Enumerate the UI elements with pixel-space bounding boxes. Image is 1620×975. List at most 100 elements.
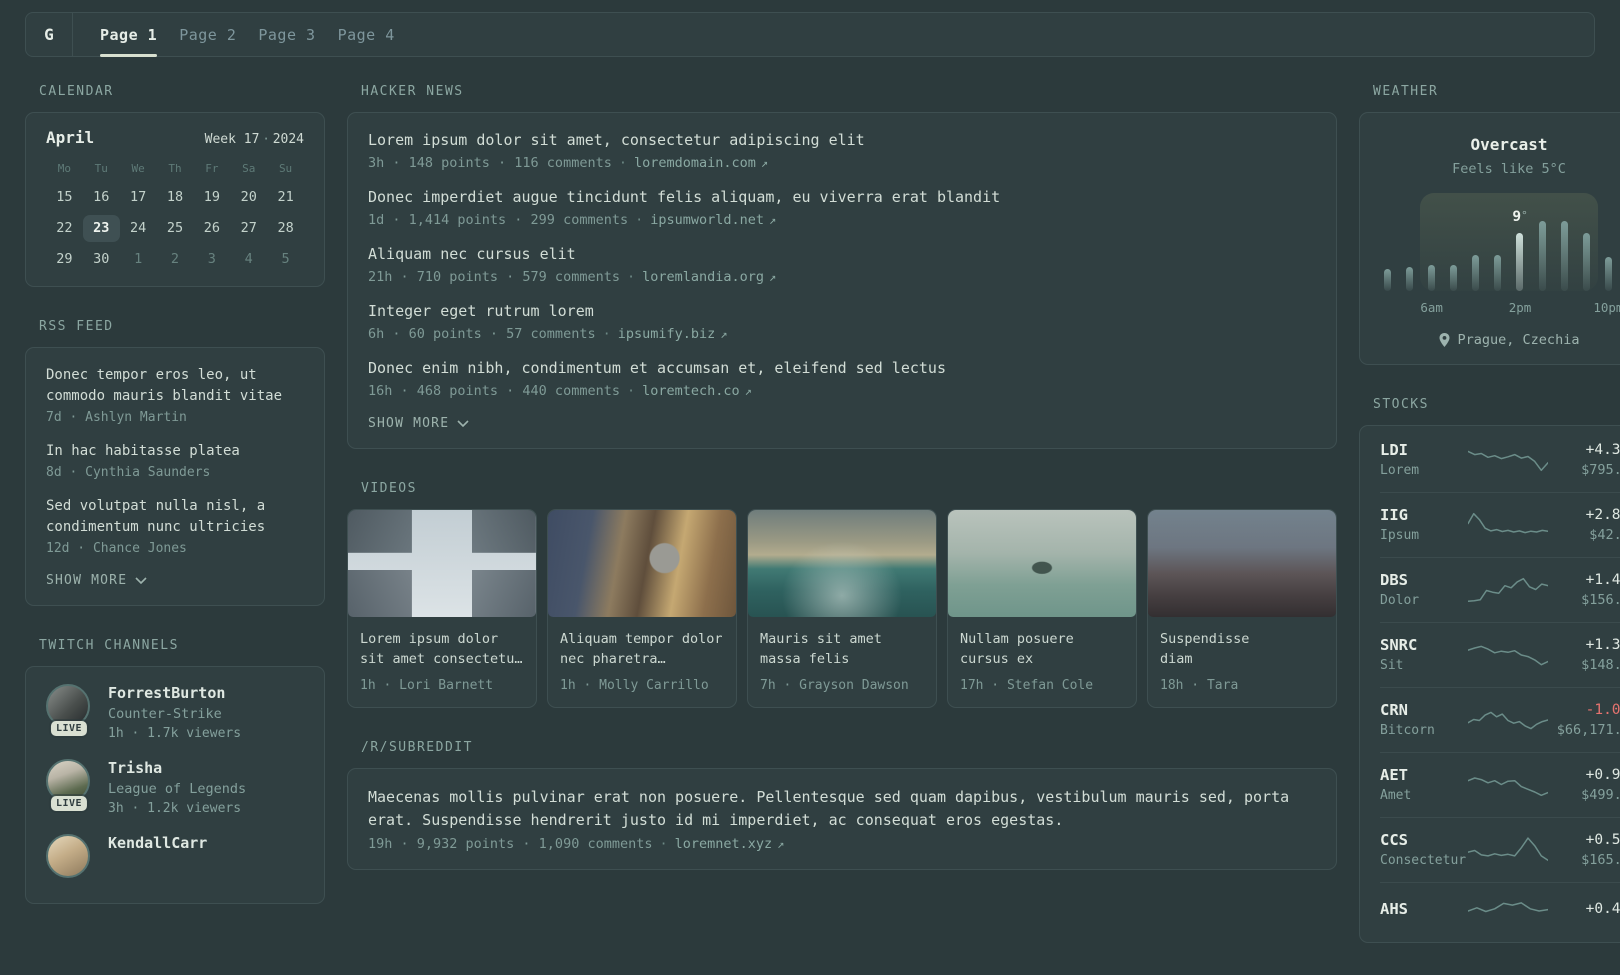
rss-item-title[interactable]: In hac habitasse platea [46, 441, 304, 462]
weather-bar [1428, 265, 1436, 291]
chevron-down-icon [135, 577, 147, 584]
subreddit-post-title[interactable]: Maecenas mollis pulvinar erat non posuer… [368, 786, 1316, 832]
channel-info: KendallCarr [108, 834, 207, 856]
stock-change: +0.51% [1585, 831, 1620, 848]
stock-price: $499.72 [1581, 786, 1620, 803]
hackernews-item-title[interactable]: Donec enim nibh, condimentum et accumsan… [368, 358, 1316, 379]
hackernews-item-domain-link[interactable]: ipsumworld.net ↗ [650, 212, 776, 228]
calendar-day: 20 [240, 189, 257, 205]
live-badge: LIVE [50, 796, 88, 811]
stock-price: $42.04 [1589, 526, 1620, 543]
calendar-day: 19 [203, 189, 220, 205]
app-logo[interactable]: G [26, 13, 73, 56]
hackernews-item-domain-link[interactable]: loremdomain.com ↗ [634, 155, 768, 171]
weather-hour-labels: 6am 2pm 10pm [1384, 300, 1620, 316]
columns: CALENDAR April Week 17 · 2024 Mo Tu We Th Fr Sa… [25, 84, 1620, 975]
hackernews-show-more-button[interactable]: SHOW MORE [368, 416, 469, 431]
hackernews-item-domain-link[interactable]: loremtech.co ↗ [642, 383, 752, 399]
dashboard-page: G Page 1 Page 2 Page 3 Page 4 CALENDAR Apri… [0, 0, 1620, 975]
calendar-grid: Mo Tu We Th Fr Sa Su 15 16 17 18 19 20 21 22 23 24 25 26 27… [46, 158, 304, 273]
channel-meta: 3h · 1.2k viewers [108, 801, 242, 816]
tab-page-1[interactable]: Page 1 [100, 13, 158, 57]
hackernews-item-domain-link[interactable]: ipsumify.biz ↗ [618, 326, 728, 342]
hackernews-item: Donec enim nibh, condimentum et accumsan… [368, 358, 1316, 399]
video-card[interactable]: Mauris sit amet massa felis 7h · Grayson … [747, 509, 937, 708]
hackernews-item-meta: 1d · 1,414 points · 299 comments · ipsumwo… [368, 212, 1316, 228]
calendar-day: 3 [207, 251, 216, 267]
hackernews-item-meta: 6h · 60 points · 57 comments · ipsumify.bi… [368, 326, 1316, 342]
weather-bar [1472, 255, 1480, 291]
stock-id: AET Amet [1380, 766, 1464, 803]
stock-values: +1.42% $156.28 [1552, 572, 1620, 608]
stock-ticker: DBS [1380, 571, 1408, 589]
weather-bar-current [1516, 233, 1524, 291]
video-card[interactable]: Lorem ipsum dolor sit amet consectetu… 1h… [347, 509, 537, 708]
stock-row[interactable]: AHS +0.46% [1380, 882, 1620, 940]
calendar-day: 2 [170, 251, 180, 267]
hackernews-widget: HACKER NEWS Lorem ipsum dolor sit amet, … [347, 84, 1337, 449]
tab-page-4[interactable]: Page 4 [338, 13, 395, 56]
stock-sparkline [1468, 645, 1548, 665]
video-card[interactable]: Aliquam tempor dolor nec pharetra… 1h · M… [547, 509, 737, 708]
stock-name: Ipsum [1380, 528, 1420, 543]
twitch-channel[interactable]: LIVE ForrestBurton Counter-Strike 1h · 1.7k… [46, 684, 304, 741]
hackernews-item-title[interactable]: Lorem ipsum dolor sit amet, consectetur … [368, 130, 1316, 151]
weather-bar [1450, 265, 1458, 291]
rss-item: In hac habitasse platea 8d · Cynthia Saun… [46, 441, 304, 480]
stock-price: $156.28 [1581, 591, 1620, 608]
hackernews-item-title[interactable]: Aliquam nec cursus elit [368, 244, 1316, 265]
subreddit-post-domain-link[interactable]: loremnet.xyz ↗ [675, 836, 785, 852]
stock-row[interactable]: LDI Lorem +4.35% $795.18 [1380, 428, 1620, 492]
channel-meta: 1h · 1.7k viewers [108, 726, 242, 741]
section-title-weather: WEATHER [1373, 84, 1439, 99]
twitch-card: LIVE ForrestBurton Counter-Strike 1h · 1.7k… [25, 666, 325, 904]
stock-ticker: AHS [1380, 900, 1408, 918]
stock-row[interactable]: CRN Bitcorn -1.00% $66,171.48 [1380, 687, 1620, 752]
video-card[interactable]: Suspendisse diam 18h · Tara [1147, 509, 1337, 708]
calendar-day: 25 [166, 220, 184, 236]
hackernews-item-title[interactable]: Integer eget rutrum lorem [368, 301, 1316, 322]
stock-row[interactable]: SNRC Sit +1.36% $148.64 [1380, 622, 1620, 687]
rss-item-title[interactable]: Donec tempor eros leo, ut commodo mauris… [46, 365, 304, 407]
external-link-icon: ↗ [769, 270, 777, 284]
stock-row[interactable]: AET Amet +0.92% $499.72 [1380, 752, 1620, 817]
weather-bar [1384, 269, 1391, 291]
stock-change: +0.92% [1585, 766, 1620, 783]
stock-ticker: LDI [1380, 441, 1408, 459]
hackernews-item-domain: ipsumworld.net [650, 212, 765, 228]
twitch-channel[interactable]: KendallCarr [46, 834, 304, 886]
stock-values: -1.00% $66,171.48 [1552, 702, 1620, 738]
thumb-sea-thumbnail [748, 510, 936, 617]
twitch-channel[interactable]: LIVE Trisha League of Legends 3h · 1.2k vie… [46, 759, 304, 816]
stock-name: Sit [1380, 658, 1404, 673]
video-card[interactable]: Nullam posuere cursus ex 17h · Stefan Col… [947, 509, 1137, 708]
stock-row[interactable]: IIG Ipsum +2.84% $42.04 [1380, 492, 1620, 557]
separator-dot: · [602, 326, 611, 342]
stocks-card: LDI Lorem +4.35% $795.18 IIG Ipsum +2.84% $42.0… [1359, 425, 1620, 943]
stock-row[interactable]: DBS Dolor +1.42% $156.28 [1380, 557, 1620, 622]
video-meta: 17h · Stefan Cole [960, 678, 1094, 693]
subreddit-post-domain: loremnet.xyz [674, 836, 773, 852]
section-title-twitch: TWITCH CHANNELS [39, 638, 179, 653]
tab-page-3[interactable]: Page 3 [258, 13, 315, 56]
calendar-day-header: Su [278, 162, 293, 175]
separator-dot: · [618, 155, 627, 171]
stock-row[interactable]: CCS Consectetur +0.51% $165.84 [1380, 817, 1620, 882]
tab-page-2[interactable]: Page 2 [179, 13, 236, 56]
hackernews-item-domain: loremdomain.com [633, 155, 756, 171]
video-title: Lorem ipsum dolor sit amet consectetu… [360, 631, 523, 667]
calendar-day: 1 [134, 251, 143, 267]
subreddit-post: Maecenas mollis pulvinar erat non posuer… [368, 786, 1316, 852]
stock-id: IIG Ipsum [1380, 506, 1464, 543]
weather-condition: Overcast [1470, 135, 1548, 154]
hackernews-item-domain-link[interactable]: loremlandia.org ↗ [642, 269, 776, 285]
weather-bar [1538, 221, 1546, 291]
stock-id: CRN Bitcorn [1380, 701, 1464, 738]
rss-show-more-button[interactable]: SHOW MORE [46, 573, 147, 588]
hackernews-item-title[interactable]: Donec imperdiet augue tincidunt felis al… [368, 187, 1316, 208]
rss-item-title[interactable]: Sed volutpat nulla nisl, a condimentum n… [46, 496, 304, 538]
hackernews-item-meta: 3h · 148 points · 116 comments · loremdoma… [368, 155, 1316, 171]
stock-sparkline [1468, 711, 1548, 729]
rss-item-meta: 7d · Ashlyn Martin [46, 410, 187, 425]
section-title-subreddit: /R/SUBREDDIT [361, 740, 473, 755]
